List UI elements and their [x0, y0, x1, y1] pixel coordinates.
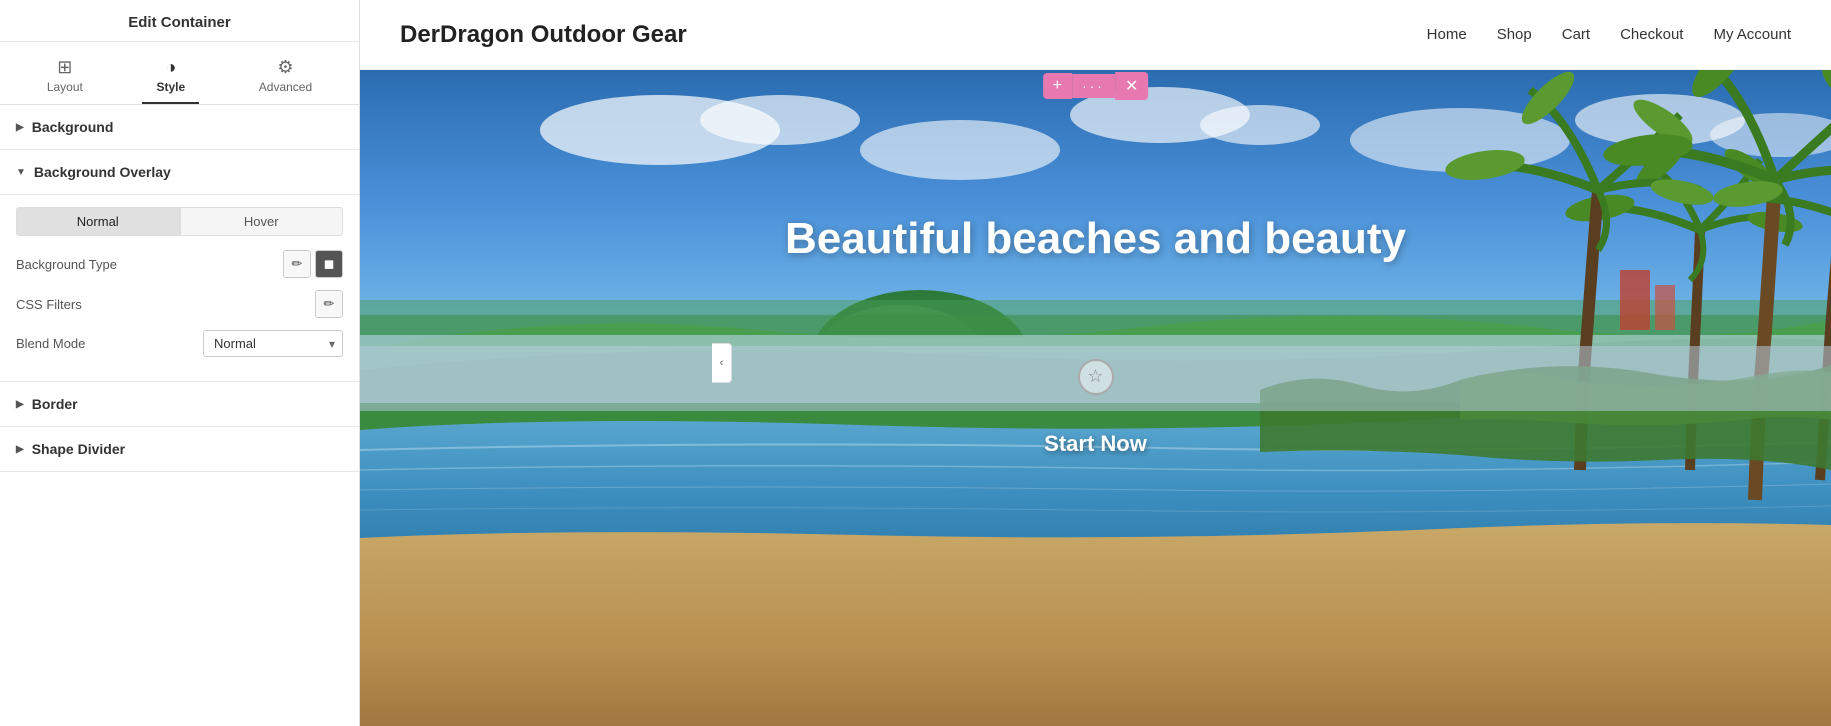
- nav-checkout[interactable]: Checkout: [1620, 26, 1683, 43]
- background-type-label: Background Type: [16, 257, 117, 272]
- container-controls: + ··· ✕: [1043, 72, 1149, 100]
- background-type-row: Background Type ✏ ◼: [16, 250, 343, 278]
- background-overlay-content: Normal Hover Background Type ✏ ◼ CSS Fil…: [0, 195, 359, 382]
- tab-advanced[interactable]: ⚙ Advanced: [245, 52, 326, 104]
- shape-divider-arrow: ▶: [16, 444, 24, 455]
- shape-divider-section-header[interactable]: ▶ Shape Divider: [0, 427, 359, 472]
- container-close-button[interactable]: ✕: [1115, 72, 1148, 100]
- background-overlay-arrow: ▼: [16, 167, 26, 178]
- collapse-panel-button[interactable]: ‹: [712, 343, 732, 383]
- tab-layout[interactable]: ⊞ Layout: [33, 52, 97, 104]
- start-now-button[interactable]: Start Now: [1044, 431, 1147, 457]
- blend-mode-label: Blend Mode: [16, 336, 85, 351]
- css-filters-row: CSS Filters ✏: [16, 290, 343, 318]
- nav-cart[interactable]: Cart: [1562, 26, 1590, 43]
- css-filters-pen-btn[interactable]: ✏: [315, 290, 343, 318]
- tab-advanced-label: Advanced: [259, 80, 312, 94]
- nav-my-account[interactable]: My Account: [1713, 26, 1791, 43]
- background-section-header[interactable]: ▶ Background: [0, 105, 359, 150]
- site-logo: DerDragon Outdoor Gear: [400, 21, 687, 49]
- right-content: DerDragon Outdoor Gear Home Shop Cart Ch…: [360, 0, 1831, 726]
- tab-layout-label: Layout: [47, 80, 83, 94]
- overlay-settings-icon[interactable]: ☆: [1078, 359, 1114, 395]
- tab-style-label: Style: [156, 80, 185, 94]
- layout-icon: ⊞: [57, 58, 72, 76]
- tab-style[interactable]: ◑ Style: [142, 52, 199, 104]
- background-label: Background: [32, 119, 114, 135]
- background-type-pen-btn[interactable]: ✏: [283, 250, 311, 278]
- border-section-header[interactable]: ▶ Border: [0, 382, 359, 427]
- shape-divider-label: Shape Divider: [32, 441, 125, 457]
- background-overlay-section-header[interactable]: ▼ Background Overlay: [0, 150, 359, 195]
- advanced-icon: ⚙: [277, 58, 293, 76]
- hero-section: + ··· ✕ Beautiful beaches and beauty ☆ S…: [360, 70, 1831, 726]
- background-overlay-label: Background Overlay: [34, 164, 171, 180]
- border-arrow: ▶: [16, 399, 24, 410]
- nav-home[interactable]: Home: [1427, 26, 1467, 43]
- site-nav: DerDragon Outdoor Gear Home Shop Cart Ch…: [360, 0, 1831, 70]
- toggle-hover[interactable]: Hover: [180, 207, 344, 236]
- background-type-square-btn[interactable]: ◼: [315, 250, 343, 278]
- hero-title: Beautiful beaches and beauty: [360, 214, 1831, 264]
- blend-mode-select-wrapper: Normal Multiply Screen Overlay Darken Li…: [203, 330, 343, 357]
- state-toggle-group: Normal Hover: [16, 207, 343, 236]
- style-icon: ◑: [165, 58, 176, 76]
- nav-shop[interactable]: Shop: [1497, 26, 1532, 43]
- container-drag-handle[interactable]: ···: [1072, 74, 1115, 98]
- border-label: Border: [32, 396, 78, 412]
- left-panel: Edit Container ⊞ Layout ◑ Style ⚙ Advanc…: [0, 0, 360, 726]
- nav-links: Home Shop Cart Checkout My Account: [1427, 26, 1791, 43]
- css-filters-label: CSS Filters: [16, 297, 82, 312]
- tabs-row: ⊞ Layout ◑ Style ⚙ Advanced: [0, 42, 359, 105]
- container-add-button[interactable]: +: [1043, 73, 1072, 99]
- blend-mode-row: Blend Mode Normal Multiply Screen Overla…: [16, 330, 343, 357]
- toggle-normal[interactable]: Normal: [16, 207, 180, 236]
- background-arrow: ▶: [16, 122, 24, 133]
- background-type-buttons: ✏ ◼: [283, 250, 343, 278]
- panel-title: Edit Container: [0, 0, 359, 42]
- css-filters-buttons: ✏: [315, 290, 343, 318]
- blend-mode-select[interactable]: Normal Multiply Screen Overlay Darken Li…: [203, 330, 343, 357]
